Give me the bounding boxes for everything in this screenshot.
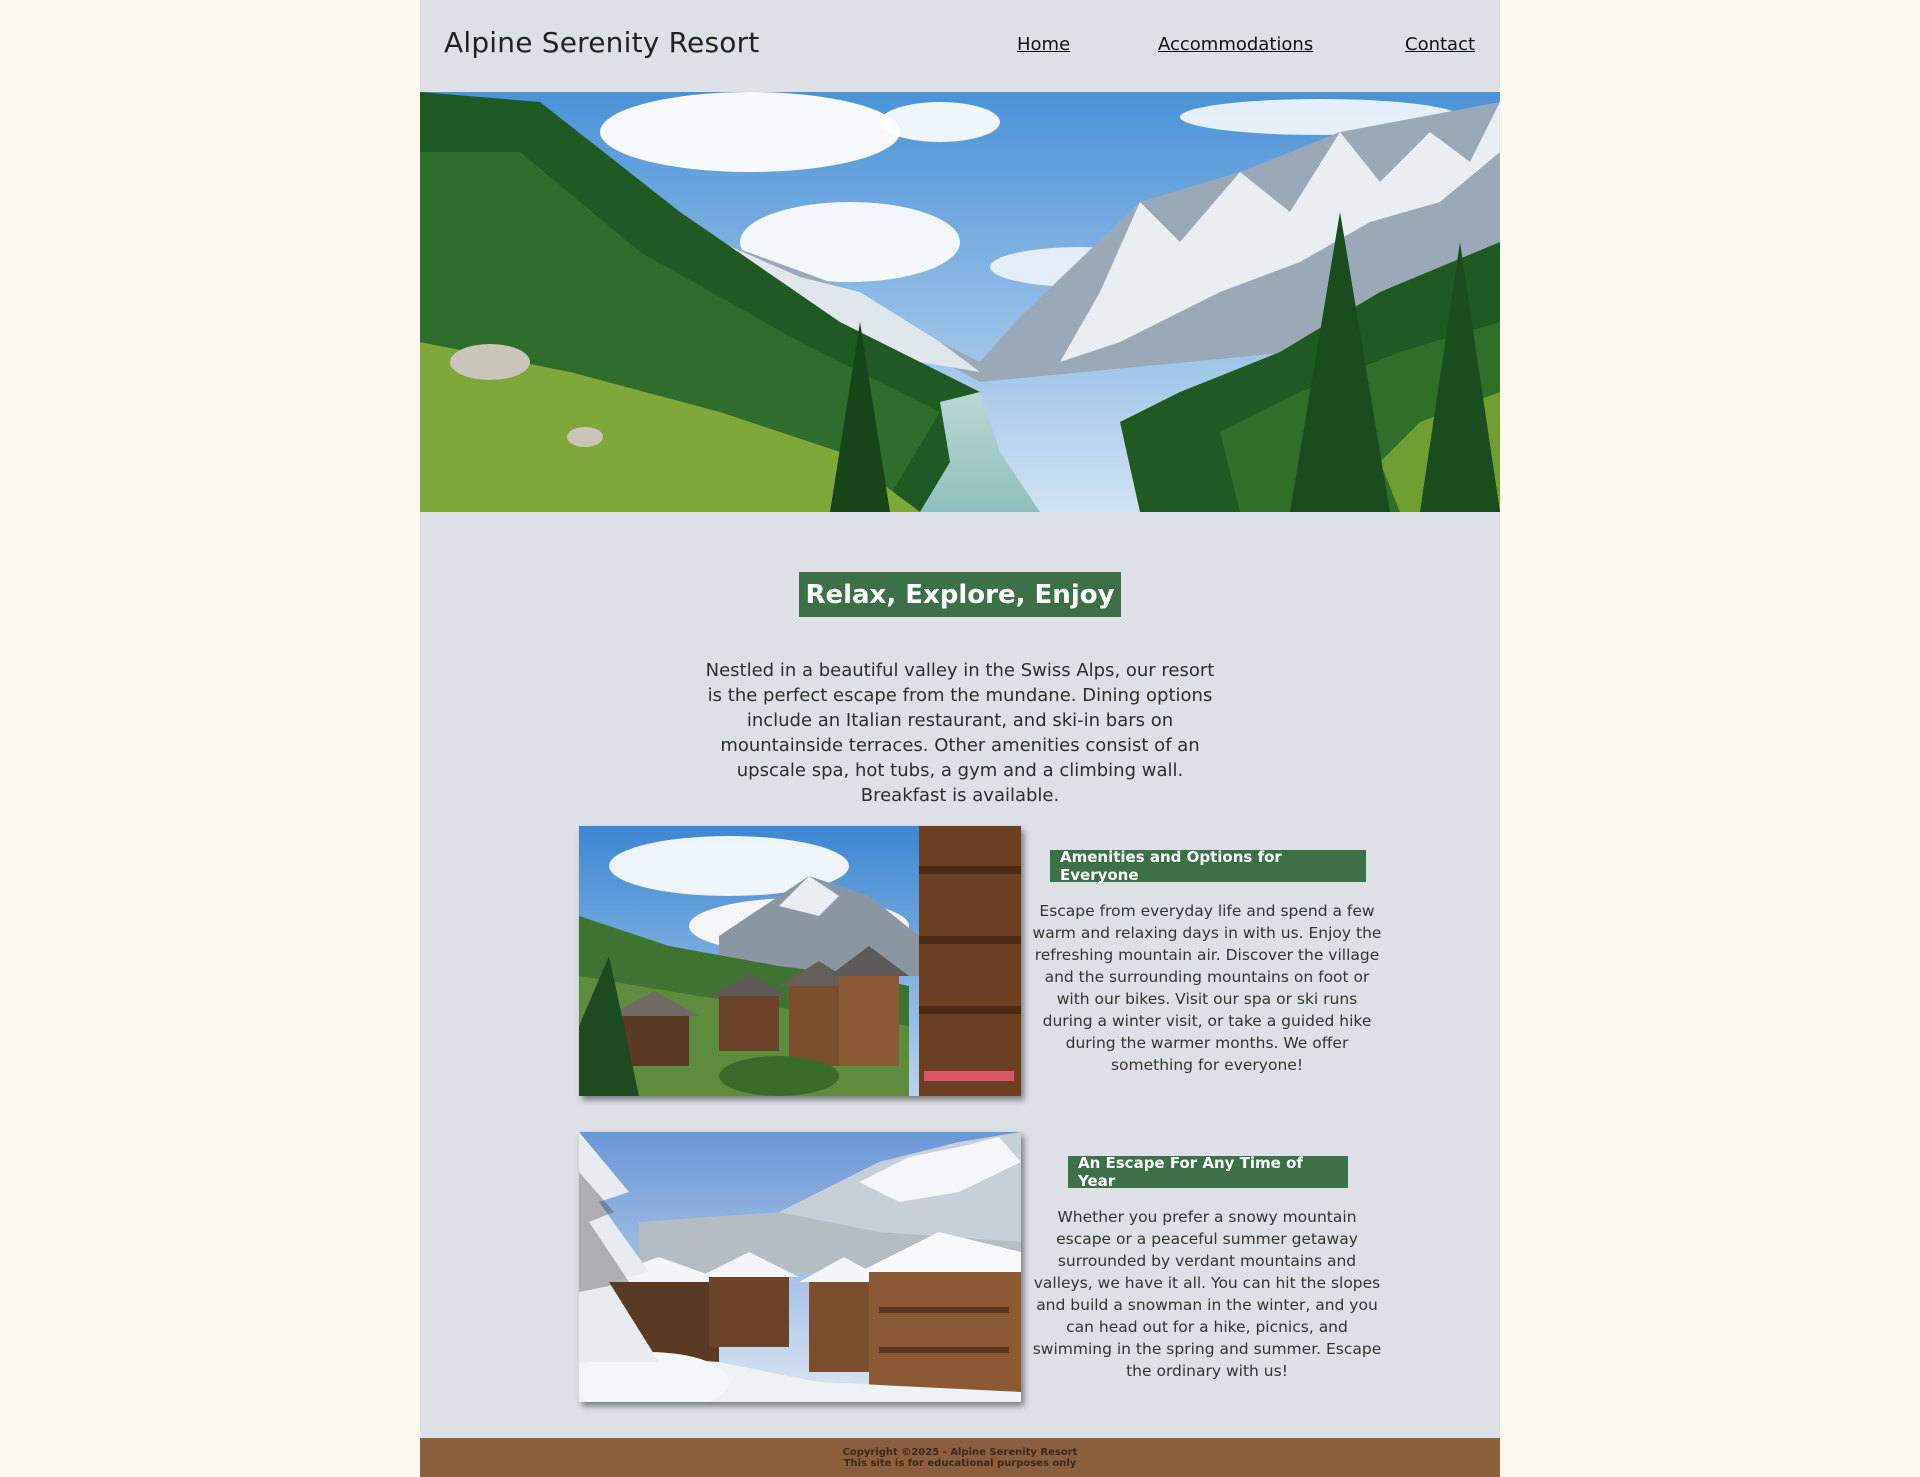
intro-heading: Relax, Explore, Enjoy: [799, 572, 1121, 617]
footer-copyright: Copyright ©2025 - Alpine Serenity Resort: [842, 1447, 1078, 1458]
nav-link-home[interactable]: Home: [1017, 34, 1070, 55]
feature-text-escape: Whether you prefer a snowy mountain esca…: [1032, 1207, 1382, 1380]
winter-village-image: [579, 1132, 1021, 1402]
feature-text-amenities: Escape from everyday life and spend a fe…: [1032, 901, 1382, 1074]
feature-heading-escape: An Escape For Any Time of Year: [1068, 1154, 1348, 1190]
page-container: Alpine Serenity Resort Home Accommodatio…: [420, 0, 1500, 1477]
hero-image: [420, 92, 1500, 512]
intro-text: Nestled in a beautiful valley in the Swi…: [705, 660, 1215, 806]
feature-heading-amenities: Amenities and Options for Everyone: [1050, 848, 1366, 884]
footer-note: This site is for educational purposes on…: [843, 1458, 1077, 1469]
nav-link-accommodations[interactable]: Accommodations: [1158, 34, 1313, 55]
nav-link-contact[interactable]: Contact: [1405, 34, 1475, 55]
site-title: Alpine Serenity Resort: [444, 26, 760, 59]
summer-village-image: [579, 826, 1021, 1096]
site-header: Alpine Serenity Resort Home Accommodatio…: [420, 0, 1500, 92]
site-footer: Copyright ©2025 - Alpine Serenity Resort…: [420, 1438, 1500, 1477]
